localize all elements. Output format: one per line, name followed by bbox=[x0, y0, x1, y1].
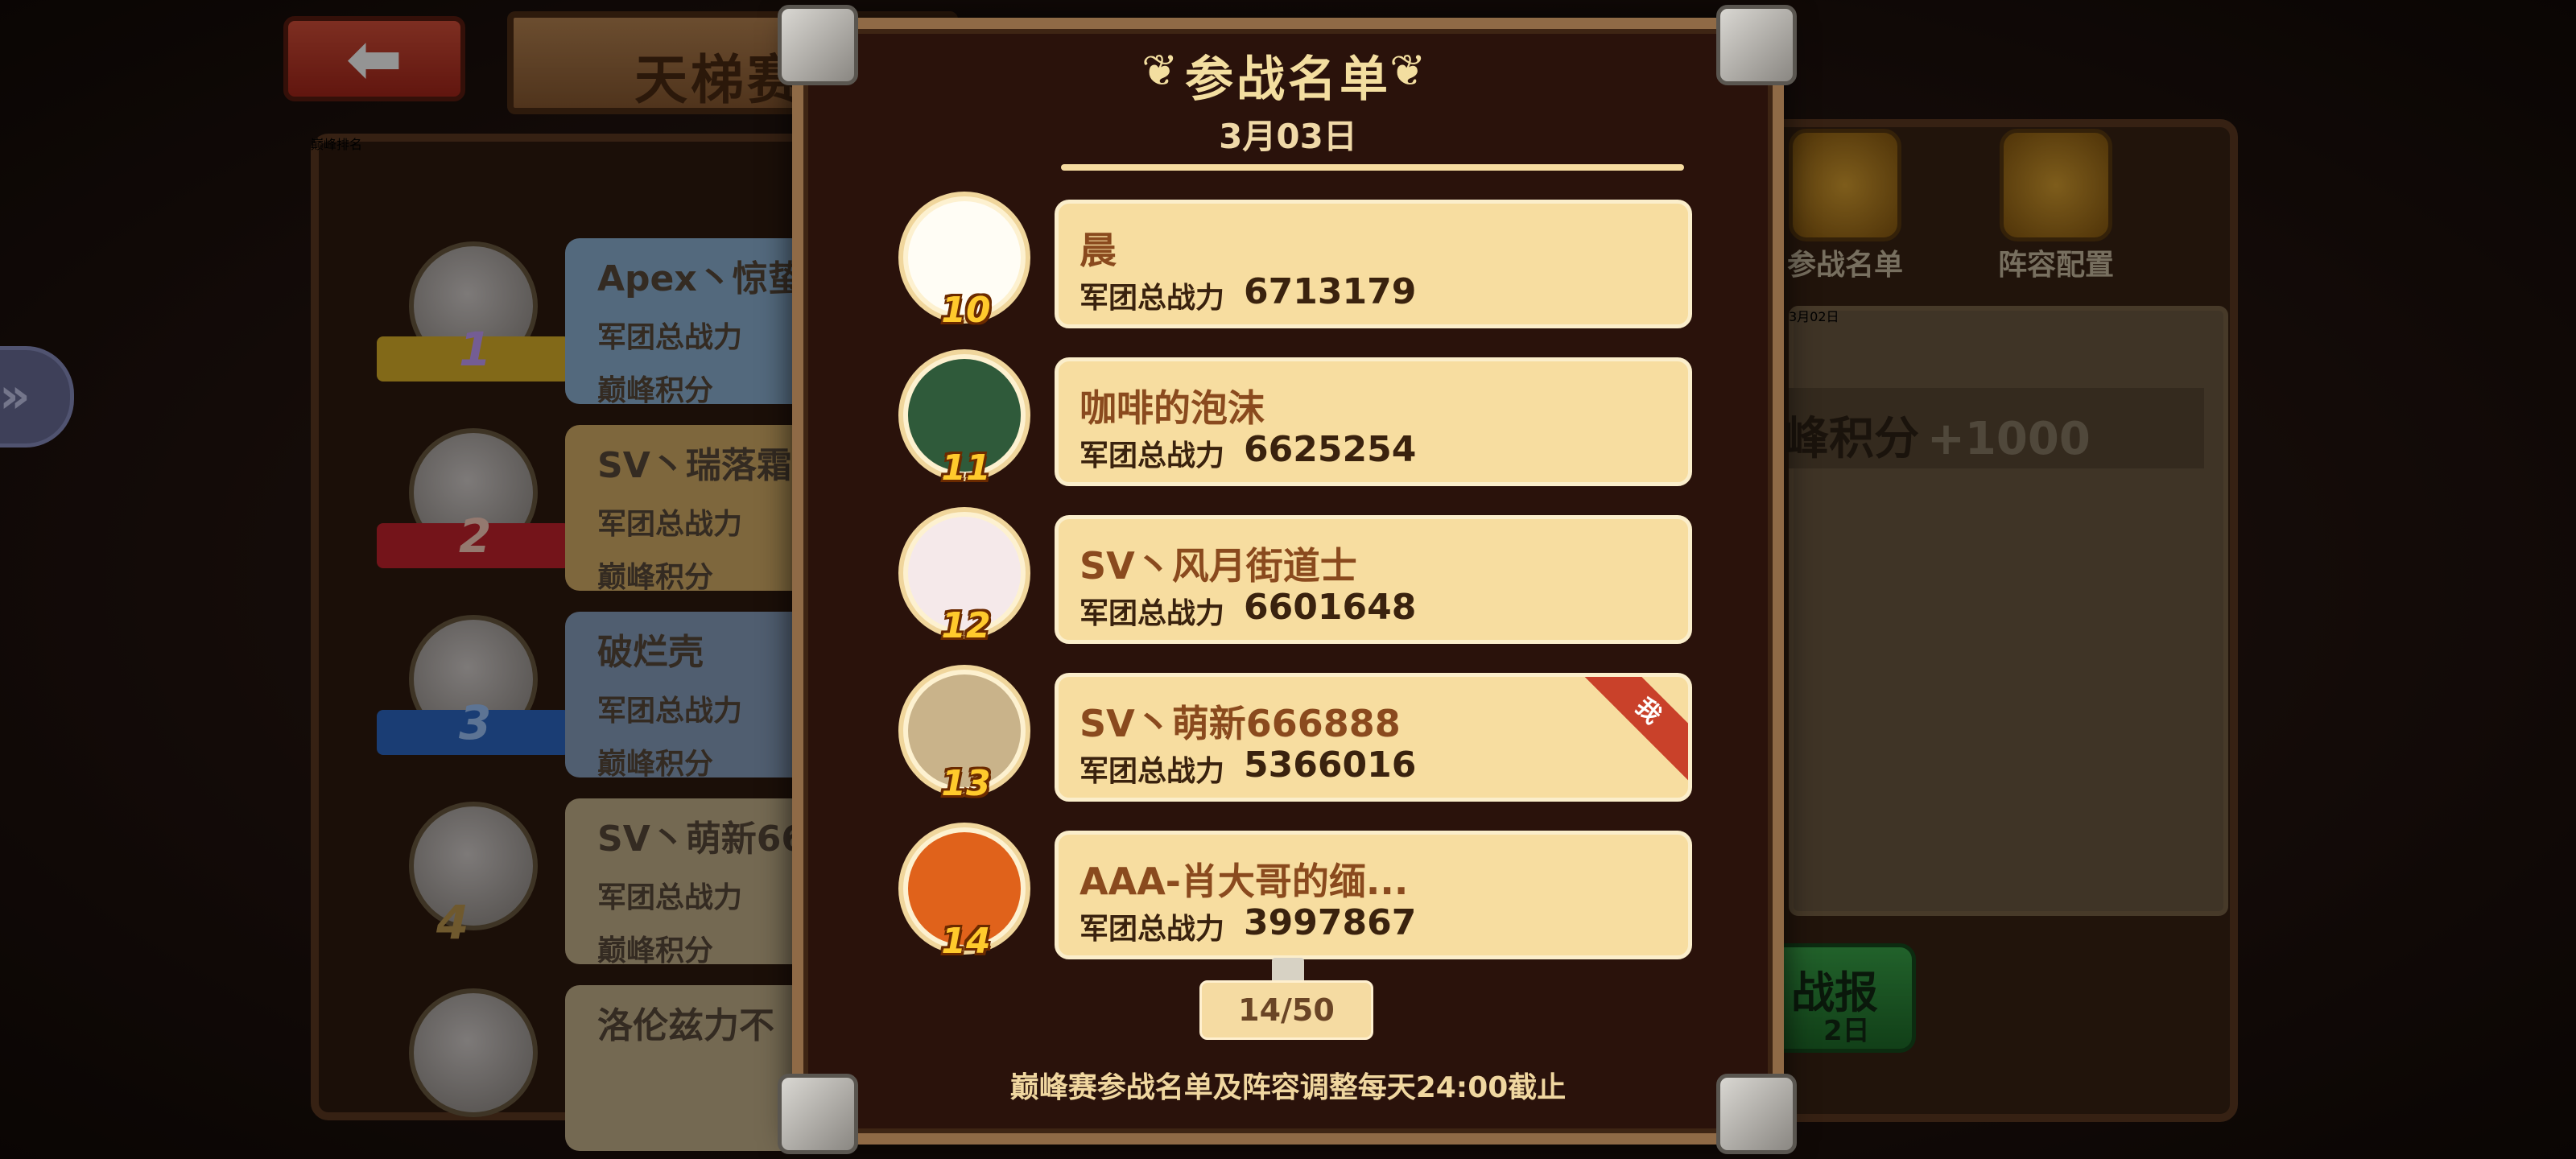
roster-entry[interactable]: 12 SV丶风月街道士军团总战力 6601648 bbox=[869, 485, 1723, 646]
player-name: SV丶萌新666888 bbox=[1080, 702, 1401, 745]
player-name: 晨 bbox=[1080, 229, 1117, 272]
power-label: 军团总战力 bbox=[1080, 597, 1225, 630]
roster-entry[interactable]: 11 咖啡的泡沫军团总战力 6625254 bbox=[869, 327, 1723, 489]
player-card[interactable]: AAA-肖大哥的缅... 军团总战力 3997867 bbox=[1055, 831, 1692, 959]
player-name: 咖啡的泡沫 bbox=[1080, 386, 1265, 430]
rank-number: 13 bbox=[941, 763, 991, 804]
rank-number: 12 bbox=[941, 605, 991, 646]
player-card[interactable]: 咖啡的泡沫军团总战力 6625254 bbox=[1055, 357, 1692, 486]
rank-number: 10 bbox=[941, 290, 991, 331]
power-value: 6625254 bbox=[1244, 429, 1417, 470]
roster-list[interactable]: 10 晨军团总战力 6713179 11 咖啡的泡沫 军团总战力 6625254 12 SV丶风… bbox=[869, 169, 1723, 966]
rank-number: 14 bbox=[941, 921, 991, 962]
player-card[interactable]: SV丶风月街道士军团总战力 6601648 bbox=[1055, 515, 1692, 644]
player-name: AAA-肖大哥的缅... bbox=[1080, 860, 1409, 903]
power-label: 军团总战力 bbox=[1080, 755, 1225, 788]
corner-ornament bbox=[1716, 1074, 1797, 1154]
modal-date: 3月03日 bbox=[1219, 117, 1357, 156]
roster-entry[interactable]: 10 晨军团总战力 6713179 bbox=[869, 169, 1723, 331]
me-badge: 我 bbox=[1576, 677, 1688, 783]
player-name: SV丶风月街道士 bbox=[1080, 544, 1357, 588]
deadline-note: 巅峰赛参战名单及阵容调整每天24:00截止 bbox=[1009, 1071, 1567, 1104]
page-indicator: 14/50 bbox=[1199, 980, 1373, 1040]
roster-entry[interactable]: 13 SV丶萌新666888 军团总战力 5366016 我 bbox=[869, 642, 1723, 804]
corner-ornament bbox=[778, 1074, 858, 1154]
player-card[interactable]: 晨军团总战力 6713179 bbox=[1055, 200, 1692, 328]
power-value: 6601648 bbox=[1244, 587, 1417, 628]
power-label: 军团总战力 bbox=[1080, 913, 1225, 946]
rank-number: 11 bbox=[941, 448, 991, 489]
laurel-right-icon: ❦ bbox=[1389, 45, 1426, 96]
player-card[interactable]: SV丶萌新666888 军团总战力 5366016 我 bbox=[1055, 673, 1692, 802]
roster-entry[interactable]: 14 AAA-肖大哥的缅... 军团总战力 3997867 bbox=[869, 800, 1723, 962]
corner-ornament bbox=[1716, 5, 1797, 85]
power-label: 军团总战力 bbox=[1080, 282, 1225, 315]
power-value: 5366016 bbox=[1244, 744, 1417, 786]
power-label: 军团总战力 bbox=[1080, 439, 1225, 472]
corner-ornament bbox=[778, 5, 858, 85]
power-value: 6713179 bbox=[1244, 271, 1417, 312]
power-value: 3997867 bbox=[1244, 902, 1417, 943]
